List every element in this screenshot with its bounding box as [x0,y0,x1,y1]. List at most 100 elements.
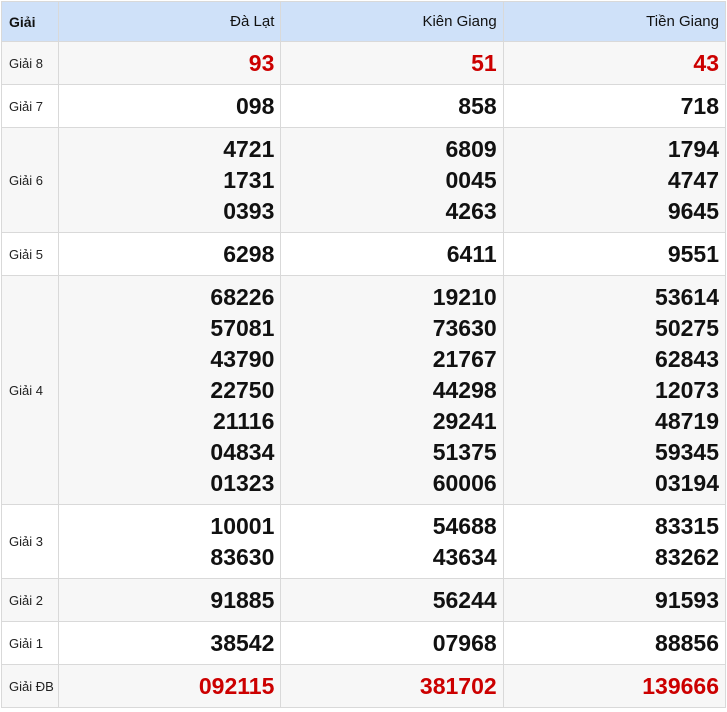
winning-number: 43 [693,49,719,76]
table-row: Giải 3 10001 83630 54688 43634 83315 83262 [0,504,727,579]
table-row: Giải 1 38542 07968 88856 [0,621,727,665]
winning-number: 6298 [223,240,275,267]
prize-label: Giải 6 [0,127,60,233]
result-cell: 53614 50275 62843 12073 48719 59345 03194 [502,275,727,505]
winning-number: 04834 [210,438,275,465]
winning-number: 83262 [655,543,719,570]
winning-number: 139666 [642,672,719,699]
table-row: Giải ĐB 092115 381702 139666 [0,664,727,708]
result-cell: 38542 [58,621,282,665]
winning-number: 83630 [210,543,275,570]
winning-number: 88856 [655,629,719,656]
winning-number: 10001 [210,512,275,539]
winning-number: 4747 [667,166,719,193]
result-cell: 139666 [502,664,727,708]
prize-column-header: Giải [0,1,60,42]
prize-label: Giải 5 [0,232,60,276]
winning-number: 51 [471,49,497,76]
province-header-da-lat[interactable]: Đà Lạt [58,1,282,42]
winning-number: 6411 [446,240,497,267]
winning-number: 43790 [210,345,275,372]
table-row: Giải 4 68226 57081 43790 22750 21116 04834 0132… [0,275,727,505]
winning-number: 1794 [667,135,719,162]
winning-number: 48719 [655,407,719,434]
winning-number: 9551 [667,240,719,267]
prize-label: Giải 2 [0,578,60,622]
result-cell: 4721 1731 0393 [58,127,282,233]
results-body: Giải 8 93 51 43 Giải 7 098 858 718 Giải 6 4721 173… [0,41,727,708]
result-cell: 54688 43634 [280,504,504,579]
result-cell: 83315 83262 [502,504,727,579]
winning-number: 93 [248,49,275,76]
result-cell: 43 [502,41,727,85]
lottery-results-table: Giải Đà Lạt Kiên Giang Tiền Giang Giải 8… [0,1,727,708]
winning-number: 4263 [445,197,497,224]
prize-label: Giải 4 [0,275,60,505]
table-row: Giải 7 098 858 718 [0,84,727,128]
winning-number: 44298 [432,376,497,403]
result-cell: 91885 [58,578,282,622]
table-row: Giải 8 93 51 43 [0,41,727,85]
winning-number: 718 [680,92,719,119]
result-cell: 56244 [280,578,504,622]
result-cell: 91593 [502,578,727,622]
winning-number: 098 [236,92,275,119]
result-cell: 93 [58,41,282,85]
result-cell: 381702 [280,664,504,708]
winning-number: 0393 [223,197,275,224]
winning-number: 9645 [667,197,719,224]
winning-number: 43634 [432,543,497,570]
winning-number: 1731 [223,166,275,193]
result-cell: 6809 0045 4263 [280,127,504,233]
winning-number: 4721 [223,135,275,162]
winning-number: 01323 [210,469,275,496]
result-cell: 718 [502,84,727,128]
result-cell: 9551 [502,232,727,276]
prize-label: Giải 8 [0,41,60,85]
winning-number: 59345 [655,438,719,465]
winning-number: 68226 [210,283,275,310]
winning-number: 0045 [445,166,497,193]
result-cell: 51 [280,41,504,85]
table-row: Giải 5 6298 6411 9551 [0,232,727,276]
result-cell: 6411 [280,232,504,276]
winning-number: 53614 [655,283,719,310]
winning-number: 6809 [445,135,497,162]
prize-label: Giải ĐB [0,664,60,708]
prize-label: Giải 1 [0,621,60,665]
winning-number: 50275 [655,314,719,341]
winning-number: 12073 [655,376,719,403]
winning-number: 54688 [432,512,497,539]
winning-number: 57081 [210,314,275,341]
result-cell: 19210 73630 21767 44298 29241 51375 60006 [280,275,504,505]
province-header-tien-giang[interactable]: Tiền Giang [502,1,727,42]
prize-label: Giải 3 [0,504,60,579]
winning-number: 092115 [198,672,275,699]
prize-label: Giải 7 [0,84,60,128]
winning-number: 29241 [432,407,497,434]
winning-number: 07968 [432,629,497,656]
winning-number: 858 [458,92,497,119]
winning-number: 381702 [419,672,497,699]
winning-number: 21767 [432,345,497,372]
winning-number: 19210 [432,283,497,310]
table-header: Giải Đà Lạt Kiên Giang Tiền Giang [0,1,727,42]
winning-number: 22750 [210,376,275,403]
winning-number: 38542 [210,629,275,656]
result-cell: 1794 4747 9645 [502,127,727,233]
winning-number: 03194 [655,469,719,496]
result-cell: 092115 [58,664,282,708]
result-cell: 10001 83630 [58,504,282,579]
result-cell: 07968 [280,621,504,665]
winning-number: 51375 [432,438,497,465]
province-header-kien-giang[interactable]: Kiên Giang [280,1,504,42]
result-cell: 858 [280,84,504,128]
result-cell: 68226 57081 43790 22750 21116 04834 01323 [58,275,282,505]
winning-number: 91593 [655,586,719,613]
table-row: Giải 6 4721 1731 0393 6809 0045 4263 1794 4747 96… [0,127,727,233]
winning-number: 91885 [210,586,275,613]
winning-number: 73630 [432,314,497,341]
result-cell: 88856 [502,621,727,665]
winning-number: 56244 [432,586,497,613]
winning-number: 62843 [655,345,719,372]
